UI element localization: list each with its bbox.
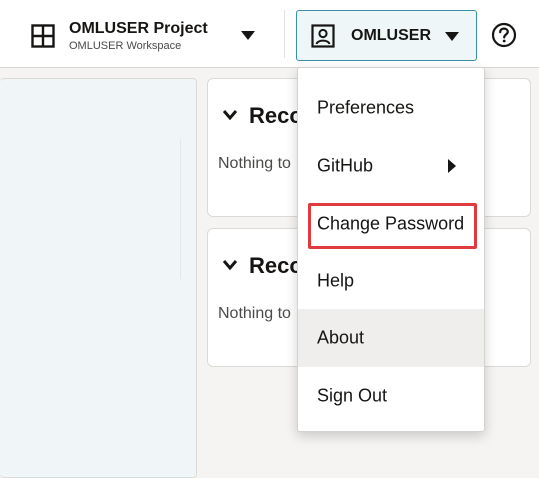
grid-icon[interactable] bbox=[31, 24, 55, 48]
chevron-down-icon[interactable] bbox=[222, 109, 238, 121]
menu-item-help[interactable]: Help bbox=[298, 252, 484, 310]
menu-item-change-password[interactable]: Change Password bbox=[298, 195, 484, 253]
menu-item-github[interactable]: GitHub bbox=[298, 137, 484, 195]
menu-item-about[interactable]: About bbox=[298, 309, 484, 367]
card-title: Reco bbox=[249, 253, 303, 278]
divider bbox=[284, 10, 285, 58]
user-icon bbox=[311, 24, 335, 48]
menu-item-label: Sign Out bbox=[317, 385, 388, 406]
top-bar: OMLUSER Project OMLUSER Workspace OMLUSE… bbox=[0, 0, 539, 68]
card-empty-text: Nothing to bbox=[218, 305, 291, 322]
menu-item-label: About bbox=[317, 327, 365, 348]
menu-item-sign-out[interactable]: Sign Out bbox=[298, 367, 484, 425]
menu-item-label: GitHub bbox=[317, 155, 374, 176]
menu-item-label: Preferences bbox=[317, 97, 415, 118]
help-icon[interactable] bbox=[491, 22, 517, 48]
left-panel bbox=[0, 78, 197, 478]
user-dropdown-menu: Preferences GitHub Change Password Help … bbox=[297, 67, 485, 432]
user-menu-button[interactable]: OMLUSER bbox=[296, 10, 477, 61]
project-name[interactable]: OMLUSER Project bbox=[69, 20, 208, 38]
card-title: Reco bbox=[249, 103, 303, 128]
workspace-name: OMLUSER Workspace bbox=[69, 40, 182, 52]
menu-item-label: Change Password bbox=[317, 213, 465, 234]
card-empty-text: Nothing to bbox=[218, 155, 291, 172]
chevron-down-icon[interactable] bbox=[222, 259, 238, 271]
chevron-down-icon[interactable] bbox=[241, 31, 255, 40]
panel-divider bbox=[180, 139, 181, 279]
chevron-right-icon bbox=[448, 159, 456, 173]
menu-item-preferences[interactable]: Preferences bbox=[298, 79, 484, 137]
user-label: OMLUSER bbox=[351, 27, 431, 44]
menu-item-label: Help bbox=[317, 270, 355, 291]
chevron-down-icon bbox=[445, 32, 459, 41]
